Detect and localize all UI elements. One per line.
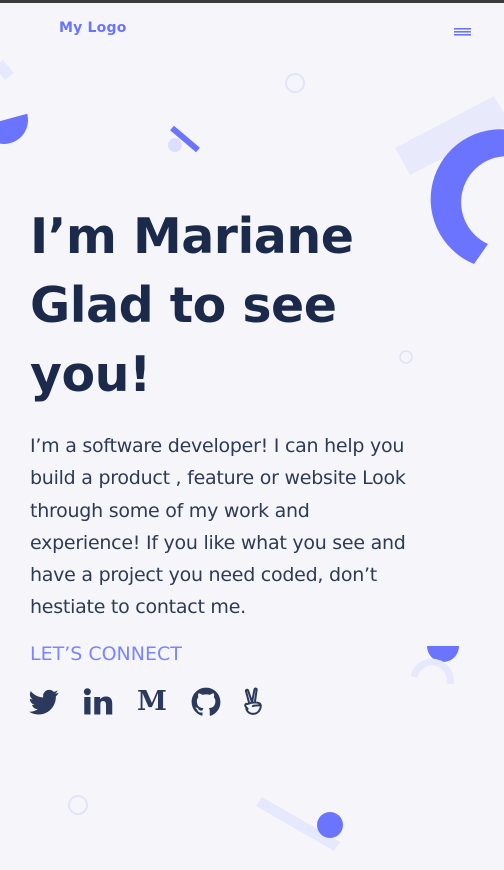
outlined-circle-shape	[285, 73, 305, 93]
description-line: through some of my work and	[30, 499, 310, 522]
bottom-blue-dot-shape	[317, 812, 343, 838]
twitter-icon	[29, 689, 59, 715]
description-line: I’m a software developer! I can help you	[30, 435, 405, 457]
logo[interactable]: My Logo	[59, 20, 127, 36]
description-line: hestiate to contact me.	[30, 596, 246, 619]
description-line: have a project you need coded, don’t	[30, 564, 377, 587]
hero-title-line: Glad to see	[30, 277, 337, 334]
twitter-link[interactable]	[29, 687, 59, 717]
angellist-link[interactable]	[239, 687, 269, 717]
hamburger-menu-icon	[454, 28, 471, 36]
pale-arc-shape	[410, 658, 454, 685]
hero-title: I’m Mariane Glad to see you!	[30, 202, 470, 409]
description-line: experience! If you like what you see and	[30, 531, 406, 554]
pale-bar-shape	[0, 60, 14, 80]
medium-link[interactable]: M	[137, 687, 167, 717]
medium-icon: M	[137, 686, 167, 717]
description-line: build a product , feature or website Loo…	[30, 467, 406, 490]
bottom-outlined-circle-shape	[68, 795, 88, 815]
hero-title-line: you!	[30, 346, 151, 403]
hero-description: I’m a software developer! I can help you…	[30, 430, 490, 624]
lets-connect-link[interactable]: LET’S CONNECT	[30, 643, 182, 665]
angellist-icon	[244, 687, 262, 715]
github-icon	[191, 687, 221, 716]
github-link[interactable]	[191, 687, 221, 717]
blue-half-circle-shape	[0, 113, 28, 144]
hero-title-line: I’m Mariane	[30, 208, 354, 265]
linkedin-link[interactable]	[83, 687, 113, 717]
menu-button[interactable]	[448, 22, 476, 40]
pale-dot-shape	[168, 138, 182, 152]
linkedin-icon	[83, 688, 113, 715]
